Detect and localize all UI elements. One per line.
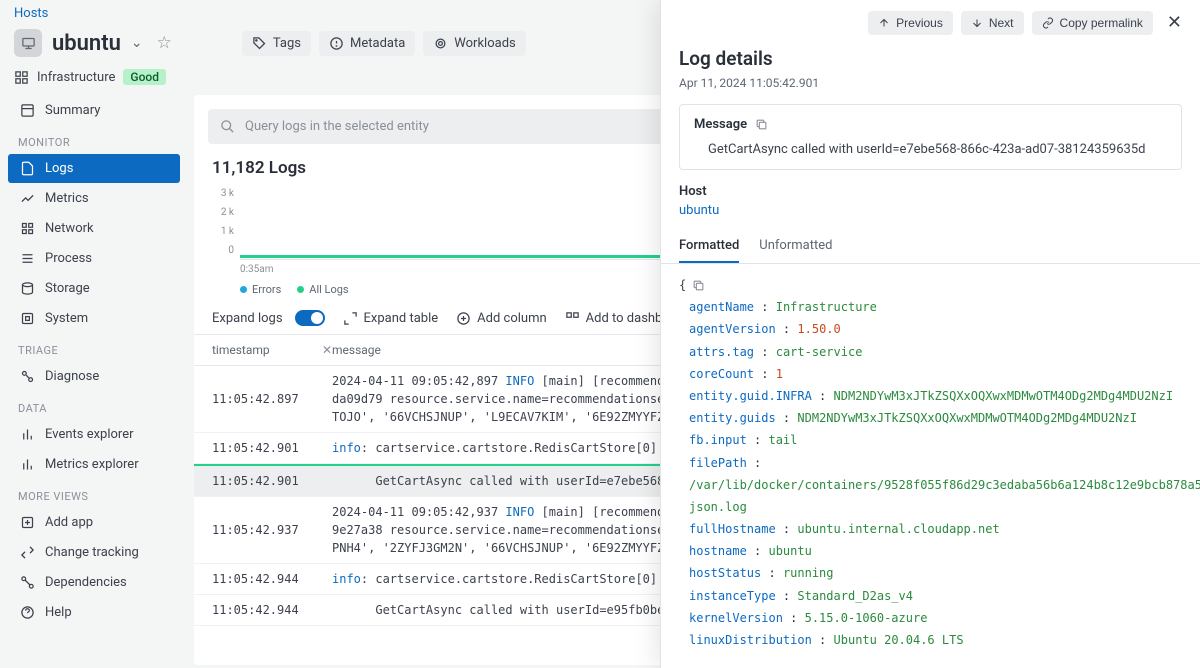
json-entry[interactable]: kernelVersion : 5.15.0-1060-azure — [679, 607, 1182, 629]
search-placeholder: Query logs in the selected entity — [245, 119, 429, 134]
sidebar-item-system[interactable]: System — [8, 304, 180, 333]
metadata-pill[interactable]: Metadata — [319, 31, 415, 56]
sidebar-label: Events explorer — [45, 427, 134, 442]
sidebar-item-summary[interactable]: Summary — [8, 96, 180, 125]
sidebar-header-monitor: MONITOR — [4, 126, 186, 153]
sidebar-item-help[interactable]: Help — [8, 598, 180, 627]
sidebar-item-add-app[interactable]: Add app — [8, 508, 180, 537]
json-entry[interactable]: instanceType : Standard_D2as_v4 — [679, 585, 1182, 607]
expand-table-button[interactable]: Expand table — [343, 311, 439, 326]
sidebar-header-more-views: MORE VIEWS — [4, 480, 186, 507]
message-label: Message — [694, 117, 747, 132]
infrastructure-icon — [14, 70, 29, 85]
chevron-down-icon[interactable]: ⌄ — [131, 35, 143, 51]
sidebar-label: Help — [45, 605, 72, 620]
tags-pill[interactable]: Tags — [242, 31, 311, 56]
sidebar-item-events-explorer[interactable]: Events explorer — [8, 420, 180, 449]
host-icon — [14, 29, 42, 57]
tab-formatted[interactable]: Formatted — [679, 230, 739, 263]
cell-timestamp: 11:05:42.944 — [212, 570, 332, 588]
tab-unformatted[interactable]: Unformatted — [759, 230, 832, 263]
json-entry[interactable]: coreCount : 1 — [679, 363, 1182, 385]
sidebar-label: Change tracking — [45, 545, 139, 560]
sidebar-label: Dependencies — [45, 575, 127, 590]
sidebar-header-data: DATA — [4, 392, 186, 419]
close-icon[interactable]: ✕ — [322, 343, 332, 357]
sidebar-label: System — [45, 311, 88, 326]
cell-timestamp: 11:05:42.901 — [212, 439, 332, 457]
json-entry[interactable]: filePath : /var/lib/docker/containers/95… — [679, 452, 1182, 519]
sidebar-header-triage: TRIAGE — [4, 334, 186, 361]
sidebar-label: Metrics explorer — [45, 457, 139, 472]
legend-all-logs[interactable]: All Logs — [297, 283, 348, 296]
sidebar-item-dependencies[interactable]: Dependencies — [8, 568, 180, 597]
cell-timestamp: 11:05:42.901 — [212, 472, 332, 490]
sidebar-item-process[interactable]: Process — [8, 244, 180, 273]
favorite-star-icon[interactable]: ☆ — [157, 33, 172, 53]
panel-date: Apr 11, 2024 11:05:42.901 — [661, 72, 1200, 104]
sidebar-label: Diagnose — [45, 369, 99, 384]
y-tick: 3 k — [212, 188, 234, 199]
sidebar-item-logs[interactable]: Logs — [8, 154, 180, 183]
expand-logs-toggle[interactable]: Expand logs — [212, 310, 325, 326]
json-entry[interactable]: fb.input : tail — [679, 429, 1182, 451]
metadata-pill-label: Metadata — [350, 36, 405, 51]
next-button[interactable]: Next — [961, 11, 1024, 35]
search-icon — [220, 119, 235, 134]
add-column-button[interactable]: Add column — [456, 311, 547, 326]
workloads-pill-label: Workloads — [454, 36, 515, 51]
json-entry[interactable]: agentName : Infrastructure — [679, 296, 1182, 318]
sidebar-label: Network — [45, 221, 94, 236]
legend-errors[interactable]: Errors — [240, 283, 281, 296]
sidebar-label: Storage — [45, 281, 90, 296]
sidebar-label: Add app — [45, 515, 93, 530]
breadcrumb-hosts[interactable]: Hosts — [14, 6, 48, 21]
copy-icon[interactable] — [755, 118, 768, 131]
sidebar-item-network[interactable]: Network — [8, 214, 180, 243]
message-body: GetCartAsync called with userId=e7ebe568… — [694, 142, 1167, 157]
close-panel-icon[interactable]: ✕ — [1161, 10, 1188, 35]
host-link[interactable]: ubuntu — [679, 203, 719, 218]
y-tick: 1 k — [212, 226, 234, 237]
sidebar-label: Process — [45, 251, 92, 266]
sidebar-label: Logs — [45, 161, 73, 176]
sidebar-label: Metrics — [45, 191, 89, 206]
json-entry[interactable]: hostStatus : running — [679, 562, 1182, 584]
page-title: ubuntu — [52, 31, 121, 56]
col-header-timestamp[interactable]: timestamp — [212, 343, 270, 357]
sidebar-item-storage[interactable]: Storage — [8, 274, 180, 303]
y-tick: 2 k — [212, 207, 234, 218]
host-label: Host — [679, 184, 1182, 199]
sidebar-item-metrics-explorer[interactable]: Metrics explorer — [8, 450, 180, 479]
panel-title: Log details — [661, 45, 1200, 72]
copy-icon[interactable] — [692, 279, 705, 292]
sidebar-label: Summary — [45, 103, 100, 118]
json-entry[interactable]: hostname : ubuntu — [679, 540, 1182, 562]
workloads-pill[interactable]: Workloads — [423, 31, 525, 56]
log-details-panel: Previous Next Copy permalink ✕ Log detai… — [660, 0, 1200, 668]
tags-pill-label: Tags — [273, 36, 301, 51]
status-badge: Good — [123, 69, 166, 85]
x-tick: 0:35am — [240, 264, 274, 275]
sidebar: Summary MONITOR Logs Metrics Network Pro… — [0, 95, 186, 665]
json-entry[interactable]: entity.guids : NDM2NDYwM3xJTkZSQXxOQXwxM… — [679, 407, 1182, 429]
json-entry[interactable]: fullHostname : ubuntu.internal.cloudapp.… — [679, 518, 1182, 540]
sidebar-item-change-tracking[interactable]: Change tracking — [8, 538, 180, 567]
json-entry[interactable]: entity.guid.INFRA : NDM2NDYwM3xJTkZSQXxO… — [679, 385, 1182, 407]
y-tick: 0 — [212, 245, 234, 256]
cell-timestamp: 11:05:42.897 — [212, 372, 332, 426]
json-viewer: { agentName : InfrastructureagentVersion… — [661, 264, 1200, 668]
copy-permalink-button[interactable]: Copy permalink — [1032, 11, 1153, 35]
json-entry[interactable]: linuxDistribution : Ubuntu 20.04.6 LTS — [679, 629, 1182, 651]
sidebar-item-diagnose[interactable]: Diagnose — [8, 362, 180, 391]
infra-label: Infrastructure — [37, 70, 115, 85]
sidebar-item-metrics[interactable]: Metrics — [8, 184, 180, 213]
cell-timestamp: 11:05:42.937 — [212, 503, 332, 557]
message-box: Message GetCartAsync called with userId=… — [679, 104, 1182, 170]
add-to-dashboard-button[interactable]: Add to dashbo — [565, 311, 670, 326]
json-entry[interactable]: attrs.tag : cart-service — [679, 341, 1182, 363]
cell-timestamp: 11:05:42.944 — [212, 601, 332, 619]
json-entry[interactable]: agentVersion : 1.50.0 — [679, 318, 1182, 340]
previous-button[interactable]: Previous — [868, 11, 953, 35]
